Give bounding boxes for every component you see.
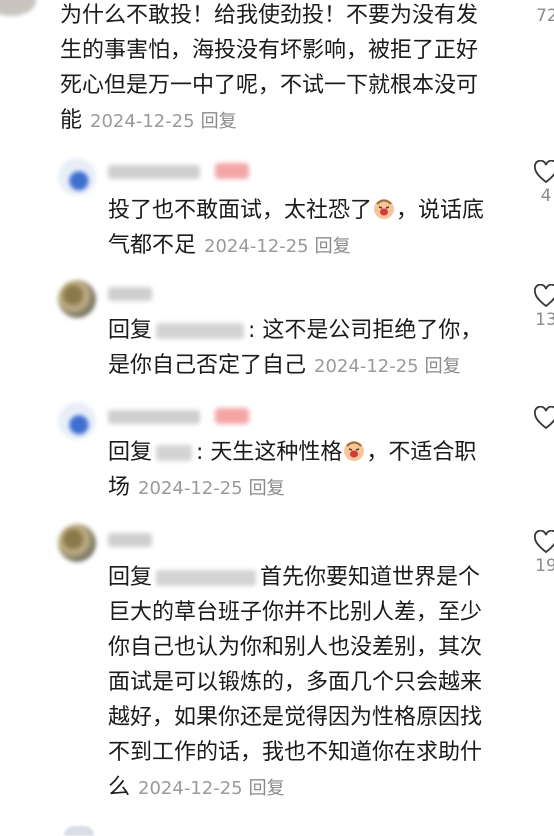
reply-body: 回复 : 这不是公司拒绝了你， 是你自己否定了自己 2024-12-25 回复 [108,313,508,384]
like-count: 13 [535,310,554,330]
like-button[interactable]: 13 [526,284,554,330]
like-count: 19 [535,556,554,576]
top-comment-line: 生的事害怕，海投没有坏影响，被拒了正好 [60,38,479,63]
crying-face-emoji-icon [374,199,395,219]
reply-text: 气都不足 [108,233,197,258]
reply-username[interactable] [108,408,250,428]
top-comment-line: 为什么不敢投！给我使劲投！不要为没有发 [60,3,479,28]
reply-text: 巨大的草台班子你并不比别人差，至少 [108,600,483,625]
reply-button[interactable]: 回复 [249,478,285,499]
reply-avatar[interactable] [58,524,96,562]
reply-button[interactable]: 回复 [201,111,237,132]
mention-name[interactable] [156,445,193,461]
top-comment-line: 死心但是万一中了呢，不试一下就根本没可 [60,73,479,98]
reply-text: 投了也不敢面试，太社恐了 [108,198,373,223]
reply-button[interactable]: 回复 [249,778,285,799]
heart-outline-icon [534,284,554,308]
reply-text: 你自己也认为你和别人也没差别，其次 [108,635,483,660]
like-count: 72 [536,6,554,26]
reply-text: 么 [108,775,131,800]
top-comment-line: 能 [60,108,83,133]
mention-name[interactable] [156,570,257,586]
reply-prefix: 回复 [108,318,153,343]
reply-username[interactable] [108,163,250,183]
reply-text: ，不适合职 [366,440,477,465]
comment-date: 2024-12-25 [204,236,309,257]
reply-text: 越好，如果你还是觉得因为性格原因找 [108,705,483,730]
reply-text: 场 [108,475,131,500]
comment-date: 2024-12-25 [90,111,195,132]
top-comment-body: 为什么不敢投！给我使劲投！不要为没有发 生的事害怕，海投没有坏影响，被拒了正好 … [60,0,500,139]
like-button[interactable] [526,406,554,432]
heart-outline-icon [534,530,554,554]
reply-text: ，说话底 [396,198,485,223]
reply-text: 不到工作的话，我也不知道你在求助什 [108,740,483,765]
reply-button[interactable]: 回复 [425,356,461,377]
comment-date: 2024-12-25 [138,478,243,499]
reply-prefix: 回复 [108,565,153,590]
crying-face-emoji-icon [344,441,365,461]
reply-text: : 这不是公司拒绝了你， [248,318,483,343]
reply-text: : 天生这种性格 [196,440,343,465]
like-button[interactable]: 4 [526,160,554,206]
reply-body: 回复 首先你要知道世界是个 巨大的草台班子你并不比别人差，至少 你自己也认为你和别… [108,560,508,806]
reply-avatar[interactable] [58,402,96,440]
reply-avatar[interactable] [58,158,96,196]
comment-date: 2024-12-25 [314,356,419,377]
mention-name[interactable] [156,323,245,339]
reply-text: 是你自己否定了自己 [108,353,307,378]
comment-date: 2024-12-25 [138,778,243,799]
like-button[interactable]: 19 [526,530,554,576]
reply-body: 投了也不敢面试，太社恐了 ，说话底 气都不足 2024-12-25 回复 [108,193,508,264]
reply-avatar[interactable] [58,280,96,318]
reply-text: 面试是可以锻炼的，多面几个只会越来 [108,670,483,695]
heart-outline-icon [534,160,554,184]
reply-username[interactable] [108,286,152,305]
top-comment-avatar[interactable] [0,0,36,16]
next-comment-avatar[interactable] [64,826,94,836]
reply-button[interactable]: 回复 [315,236,351,257]
reply-body: 回复 : 天生这种性格 ，不适合职 场 2024-12-25 回复 [108,435,508,506]
like-count: 4 [540,186,552,206]
reply-username[interactable] [108,532,152,551]
heart-outline-icon [534,406,554,430]
reply-prefix: 回复 [108,440,153,465]
reply-text: 首先你要知道世界是个 [260,565,481,590]
